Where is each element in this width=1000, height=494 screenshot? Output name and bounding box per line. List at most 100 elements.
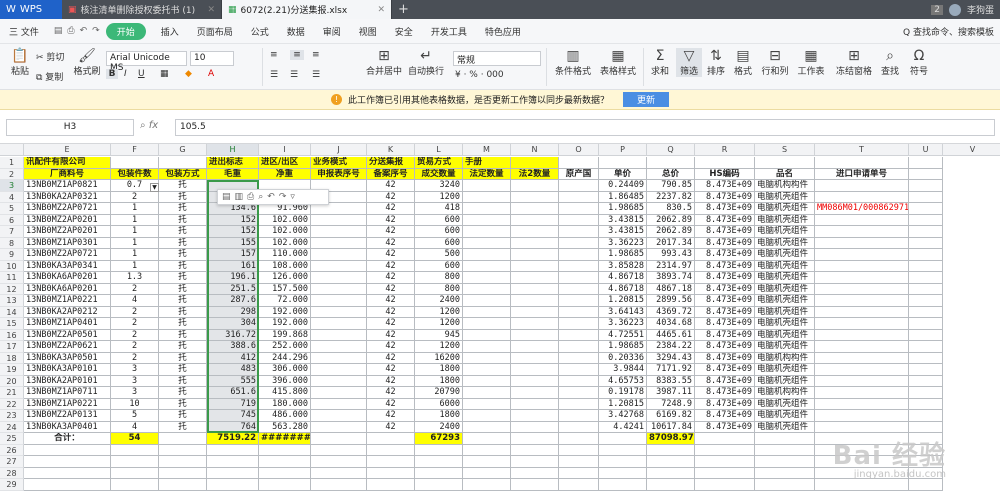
column-header[interactable]: F	[111, 144, 159, 156]
column-header[interactable]: T	[815, 144, 909, 156]
cell[interactable]	[24, 444, 111, 456]
cell[interactable]: 7519.22	[207, 433, 259, 445]
format-painter-button[interactable]: 🖌 格式刷	[72, 48, 102, 77]
cell[interactable]	[511, 157, 559, 169]
cell[interactable]: 电脑机构构件	[755, 180, 815, 192]
formula-input[interactable]: 105.5	[175, 119, 995, 136]
cell[interactable]: 托	[159, 306, 207, 318]
symbol-button[interactable]: Ω 符号	[906, 48, 932, 77]
cell[interactable]: 4369.72	[647, 306, 695, 318]
column-header[interactable]: S	[755, 144, 815, 156]
cell[interactable]: 1.3	[111, 272, 159, 284]
cell[interactable]: 电脑机壳组件	[755, 295, 815, 307]
cell[interactable]: 13NB0MZ2AP0501	[24, 329, 111, 341]
cell[interactable]: 原产国	[559, 168, 599, 180]
cell[interactable]: 8.473E+09	[695, 306, 755, 318]
cell[interactable]: 396.000	[259, 375, 311, 387]
cell[interactable]: 42	[367, 318, 415, 330]
cell[interactable]	[755, 157, 815, 169]
cell[interactable]: 品名	[755, 168, 815, 180]
cell[interactable]	[559, 398, 599, 410]
cell[interactable]	[463, 260, 511, 272]
cell[interactable]: 4.86718	[599, 272, 647, 284]
cell[interactable]: 42	[367, 329, 415, 341]
cell[interactable]	[815, 341, 909, 353]
cell[interactable]	[415, 444, 463, 456]
cell[interactable]	[815, 387, 909, 399]
cell[interactable]: 13NB0MZ2AP0201	[24, 226, 111, 238]
cell[interactable]	[311, 272, 367, 284]
cell[interactable]: 托	[159, 398, 207, 410]
cell[interactable]: 托	[159, 375, 207, 387]
open-icon[interactable]: ▥	[235, 192, 244, 202]
paste-button[interactable]: 📋 粘贴	[6, 48, 34, 77]
border-icon[interactable]: ▦	[160, 69, 169, 79]
cell[interactable]: 157.500	[259, 283, 311, 295]
cell[interactable]: 10617.84	[647, 421, 695, 433]
cell[interactable]	[559, 272, 599, 284]
cell[interactable]	[695, 433, 755, 445]
cell[interactable]: 申报表序号	[311, 168, 367, 180]
cell[interactable]	[511, 421, 559, 433]
cell[interactable]	[695, 444, 755, 456]
cell[interactable]: 1800	[415, 364, 463, 376]
align-left-icon[interactable]: ☰	[270, 70, 278, 80]
cell[interactable]: 600	[415, 214, 463, 226]
freeze-panes-button[interactable]: ⊞ 冻结窗格	[834, 48, 874, 77]
cell[interactable]	[511, 214, 559, 226]
cell[interactable]	[463, 398, 511, 410]
cell[interactable]: 2	[111, 341, 159, 353]
cell[interactable]	[311, 479, 367, 491]
cell[interactable]	[463, 272, 511, 284]
cell[interactable]: 13NB0KA6AP0201	[24, 272, 111, 284]
cell[interactable]	[207, 479, 259, 491]
cell[interactable]	[463, 433, 511, 445]
cell[interactable]	[599, 479, 647, 491]
cell[interactable]: 7248.9	[647, 398, 695, 410]
cell[interactable]: 87098.97	[647, 433, 695, 445]
cell[interactable]	[909, 387, 943, 399]
cell[interactable]	[463, 387, 511, 399]
cell[interactable]	[463, 479, 511, 491]
cell[interactable]	[559, 157, 599, 169]
cell[interactable]: 电脑机壳组件	[755, 398, 815, 410]
tab-review[interactable]: 审阅	[314, 25, 350, 38]
cell[interactable]: 托	[159, 226, 207, 238]
cell[interactable]	[909, 306, 943, 318]
cell[interactable]	[599, 467, 647, 479]
column-header[interactable]: O	[559, 144, 599, 156]
cell[interactable]: 3893.74	[647, 272, 695, 284]
cell[interactable]: 42	[367, 364, 415, 376]
copy-button[interactable]: ⧉ 复制	[36, 70, 63, 83]
cell[interactable]: 4867.18	[647, 283, 695, 295]
wrap-text-button[interactable]: ↵ 自动换行	[406, 48, 446, 77]
cell[interactable]: 讯配件有限公司	[24, 157, 111, 169]
cell[interactable]: 8.473E+09	[695, 272, 755, 284]
cell[interactable]	[311, 433, 367, 445]
cell[interactable]: 厂商料号	[24, 168, 111, 180]
cell[interactable]: 1.86485	[599, 191, 647, 203]
cell[interactable]: 托	[159, 421, 207, 433]
cell[interactable]	[559, 387, 599, 399]
cell[interactable]: 67293	[415, 433, 463, 445]
cell[interactable]	[463, 306, 511, 318]
cell[interactable]	[909, 341, 943, 353]
tab-insert[interactable]: 插入	[152, 25, 188, 38]
cell[interactable]	[647, 444, 695, 456]
cell[interactable]	[159, 467, 207, 479]
cell[interactable]: 托	[159, 237, 207, 249]
cell[interactable]	[207, 456, 259, 468]
cell[interactable]	[559, 479, 599, 491]
cell[interactable]: 电脑机壳组件	[755, 306, 815, 318]
cell[interactable]: 2062.89	[647, 226, 695, 238]
cell[interactable]: 600	[415, 260, 463, 272]
cell[interactable]	[311, 364, 367, 376]
cell[interactable]	[367, 444, 415, 456]
cell[interactable]: 42	[367, 410, 415, 422]
window-count-badge[interactable]: 2	[931, 4, 943, 15]
cell[interactable]: 4.86718	[599, 283, 647, 295]
cell[interactable]: 2	[111, 283, 159, 295]
cell[interactable]	[815, 283, 909, 295]
fx-icon[interactable]: ⌕ fx	[140, 120, 158, 131]
find-button[interactable]: ⌕ 查找	[877, 48, 903, 77]
